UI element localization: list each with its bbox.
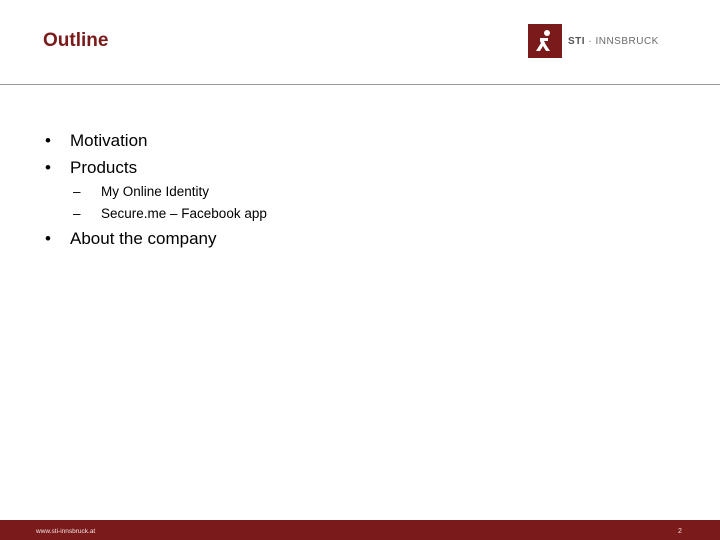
logo-separator: · [585,35,596,47]
logo-wordmark: STI · INNSBRUCK [568,36,659,47]
dash: – [73,184,81,199]
dash: – [73,206,81,221]
outline-item-label: Motivation [70,131,148,150]
header-divider [0,84,720,85]
outline-item-label: Products [70,158,138,177]
sti-figure-icon [528,24,562,58]
logo-sti-text: STI [568,35,586,47]
bullet: • [45,131,51,150]
page-number: 2 [678,528,682,535]
outline-subitem-label: My Online Identity [101,184,210,199]
slide-title: Outline [43,30,109,51]
sti-innsbruck-logo: STI · INNSBRUCK [528,24,659,58]
logo-place-text: INNSBRUCK [595,35,659,47]
footer-bar: www.sti-innsbruck.at 2 [0,520,720,540]
bullet: • [45,229,51,248]
footer-url[interactable]: www.sti-innsbruck.at [36,528,95,535]
outline-item-label: About the company [70,229,217,248]
outline-subitem-label: Secure.me – Facebook app [101,206,267,221]
bullet: • [45,158,51,177]
